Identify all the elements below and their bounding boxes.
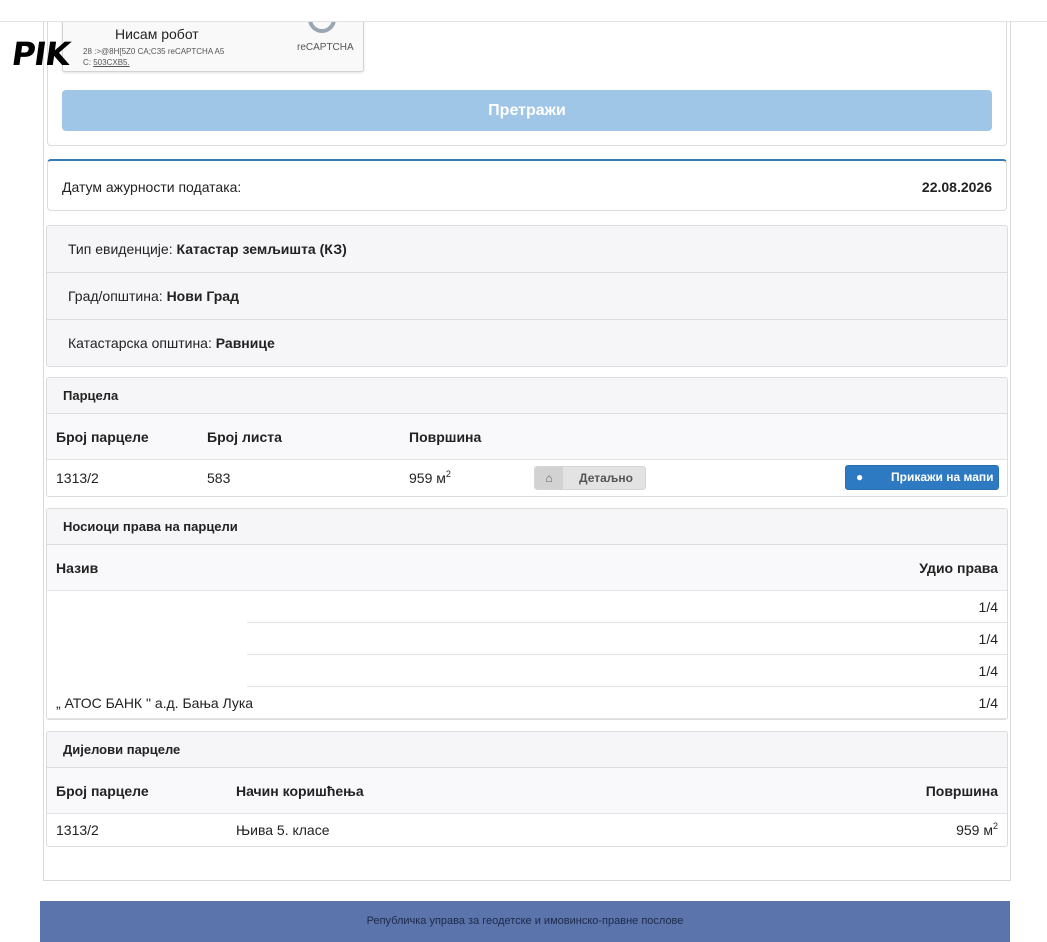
usage-type: Њива 5. класе: [236, 822, 330, 838]
municipality-value: Нови Град: [166, 288, 239, 304]
recaptcha-terms-line1: 28 :>@8H[5Z0 CA;C35 reCAPTCHA A5: [83, 47, 225, 56]
cadastral-municipality-label: Катастарска општина:: [68, 335, 216, 351]
parcel-panel-title: Парцела: [47, 378, 1007, 414]
table-row: 1313/2 583 959 м2 ⌂ Детаљно ● Прикажи на…: [47, 460, 1007, 496]
search-button[interactable]: Претражи: [62, 90, 992, 131]
record-type-row: Тип евиденције: Катастар земљишта (КЗ): [47, 226, 1007, 273]
part-number-header: Број парцеле: [56, 783, 149, 799]
data-currency-date: 22.08.2026: [921, 179, 992, 195]
owner-share: 1/4: [978, 599, 998, 615]
sheet-number-header: Број листа: [207, 429, 282, 445]
home-icon: ⌂: [535, 467, 563, 489]
sheet-number: 583: [207, 470, 231, 486]
data-currency-panel: Датум ажурности података: 22.08.2026: [47, 159, 1007, 211]
parcel-number: 1313/2: [56, 470, 99, 486]
municipality-row: Град/општина: Нови Град: [47, 273, 1007, 320]
municipality-label: Град/општина:: [68, 288, 167, 304]
owner-share: 1/4: [978, 695, 998, 711]
part-number: 1313/2: [56, 822, 99, 838]
detail-button[interactable]: ⌂ Детаљно: [534, 466, 646, 490]
parcel-area-unit-sup: 2: [445, 469, 451, 479]
owner-share: 1/4: [978, 631, 998, 647]
area-header: Површина: [409, 429, 482, 445]
owners-table-header: Назив Удио права: [47, 545, 1007, 591]
detail-button-label: Детаљно: [579, 471, 633, 485]
site-logo[interactable]: PIK: [9, 35, 71, 73]
page-footer: Републичка управа за геодетске и имовинс…: [40, 901, 1010, 942]
data-currency-label: Датум ажурности података:: [62, 179, 242, 195]
parcel-table-header: Број парцеле Број листа Површина: [47, 414, 1007, 460]
parcel-number-header: Број парцеле: [56, 429, 149, 445]
recaptcha-label: Нисам робот: [115, 26, 199, 42]
recaptcha-terms-link[interactable]: 503CXB5.: [93, 58, 129, 67]
parts-table-header: Број парцеле Начин коришћења Површина: [47, 768, 1007, 814]
record-type-label: Тип евиденције:: [68, 241, 177, 257]
owner-name-header: Назив: [56, 560, 99, 576]
table-row: 1313/2 Њива 5. класе 959 м2: [47, 814, 1007, 846]
parcel-info-panel: Тип евиденције: Катастар земљишта (КЗ) Г…: [46, 225, 1008, 367]
owner-name: „ АТОС БАНК " а.д. Бања Лука: [56, 695, 254, 711]
show-on-map-label: Прикажи на мапи: [891, 470, 994, 484]
record-type-value: Катастар земљишта (КЗ): [176, 241, 347, 257]
parcel-parts-panel: Дијелови парцеле Број парцеле Начин кори…: [46, 731, 1008, 847]
parcel-parts-panel-title: Дијелови парцеле: [47, 732, 1007, 768]
parcel-area: 959 м2: [409, 460, 451, 496]
usage-header: Начин коришћења: [236, 783, 364, 799]
part-area: 959 м2: [956, 814, 998, 846]
owners-panel: Носиоци права на парцели Назив Удио прав…: [46, 508, 1008, 720]
cadastral-municipality-row: Катастарска општина: Равнице: [47, 320, 1007, 367]
recaptcha-brand: reCAPTCHA: [297, 42, 354, 53]
map-pin-icon: ●: [856, 470, 864, 484]
owners-panel-title: Носиоци права на парцели: [47, 509, 1007, 545]
cadastral-municipality-value: Равнице: [215, 335, 275, 351]
top-bar: [0, 0, 1047, 22]
recaptcha-terms: 28 :>@8H[5Z0 CA;C35 reCAPTCHA A5 C: 503C…: [83, 46, 224, 68]
owner-share: 1/4: [978, 663, 998, 679]
table-row: „ АТОС БАНК " а.д. Бања Лука 1/4: [47, 687, 1007, 719]
redacted-owner-names: [47, 592, 247, 687]
part-area-value: 959 м: [956, 822, 993, 838]
part-area-unit-sup: 2: [992, 821, 998, 831]
parcel-area-value: 959 м: [409, 470, 446, 486]
show-on-map-button[interactable]: ● Прикажи на мапи: [845, 465, 999, 490]
owner-share-header: Удио права: [919, 560, 998, 576]
parcel-panel: Парцела Број парцеле Број листа Површина…: [46, 377, 1008, 497]
recaptcha-terms-line2: C: 503CXB5.: [83, 57, 224, 68]
recaptcha-terms-prefix: C:: [83, 58, 94, 67]
part-area-header: Површина: [925, 783, 998, 799]
